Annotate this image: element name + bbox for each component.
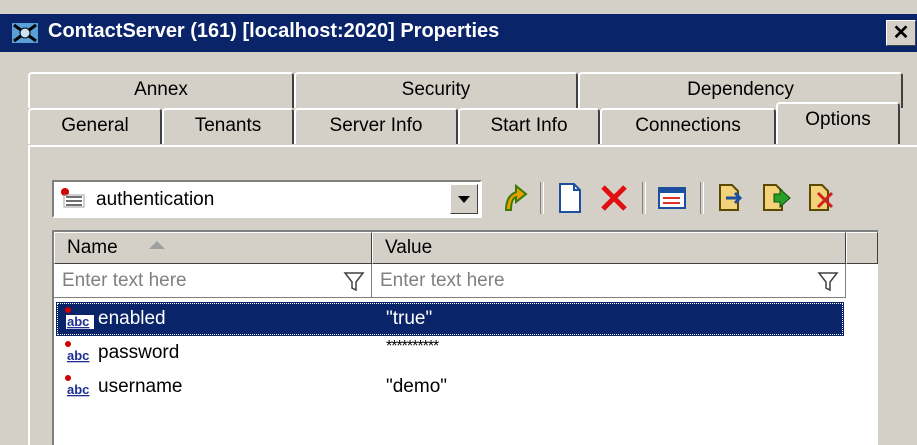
tab-general[interactable]: General [28,108,162,144]
tab-label: Tenants [194,115,262,136]
tab-label: General [61,115,129,136]
sort-ascending-icon [149,241,165,249]
table-row[interactable]: abc username "demo" [56,370,844,404]
column-header-value[interactable]: Value [372,232,846,264]
toolbar-separator [540,182,544,214]
tab-security[interactable]: Security [294,72,578,108]
export-icon[interactable] [758,180,794,216]
chevron-down-icon[interactable] [450,184,478,214]
name-filter-input[interactable]: Enter text here [62,270,187,292]
tab-tenants[interactable]: Tenants [162,108,294,144]
column-header-label: Name [67,237,118,258]
tab-label: Start Info [490,115,568,136]
filter-icon[interactable] [815,268,841,294]
export-all-icon[interactable] [804,180,840,216]
column-header-filler [846,232,878,264]
tab-annex[interactable]: Annex [28,72,294,108]
tab-label: Server Info [329,115,423,136]
row-value: "true" [386,308,433,329]
row-value: "demo" [386,376,448,397]
table-row[interactable]: abc password ********** [56,336,844,370]
svg-text:abc: abc [67,348,89,363]
row-name: password [98,342,180,363]
toolbar-separator [700,182,704,214]
row-name: username [98,376,183,397]
close-button[interactable]: ✕ [886,20,916,46]
edit-icon[interactable] [654,180,690,216]
new-document-icon[interactable] [552,180,588,216]
row-name: enabled [98,308,166,329]
section-select-value: authentication [96,189,215,210]
import-icon[interactable] [712,180,748,216]
section-icon [61,188,85,208]
title-bar[interactable]: ContactServer (161) [localhost:2020] Pro… [0,14,917,52]
toolbar-separator [642,182,646,214]
tab-server-info[interactable]: Server Info [294,108,458,144]
column-header-label: Value [385,237,433,258]
tab-label: Security [401,79,471,100]
tab-label: Annex [134,79,188,100]
table-row[interactable]: abc enabled "true" [56,302,844,336]
options-grid: Name Value Enter text here Enter text he… [52,230,878,445]
tab-label: Dependency [687,79,794,100]
window-title: ContactServer (161) [localhost:2020] Pro… [48,20,500,42]
row-value: ********** [386,338,439,355]
tab-label: Options [805,109,871,130]
move-up-icon[interactable] [496,180,532,216]
column-header-name[interactable]: Name [54,232,372,264]
name-filter-cell[interactable]: Enter text here [54,264,372,298]
string-value-icon: abc [65,375,89,397]
string-value-icon: abc [65,307,94,329]
server-app-icon [12,23,38,43]
string-value-icon: abc [65,341,89,363]
svg-text:abc: abc [67,382,89,397]
tab-options[interactable]: Options [776,102,900,144]
delete-icon[interactable] [596,180,632,216]
value-filter-cell[interactable]: Enter text here [372,264,846,298]
tab-connections[interactable]: Connections [600,108,776,144]
section-select[interactable]: authentication [52,180,482,218]
svg-text:abc: abc [67,314,89,329]
value-filter-input[interactable]: Enter text here [380,270,505,292]
tab-label: Connections [635,115,741,136]
close-icon: ✕ [892,22,910,44]
tab-start-info[interactable]: Start Info [458,108,600,144]
filter-icon[interactable] [341,268,367,294]
properties-window: ContactServer (161) [localhost:2020] Pro… [0,0,917,445]
